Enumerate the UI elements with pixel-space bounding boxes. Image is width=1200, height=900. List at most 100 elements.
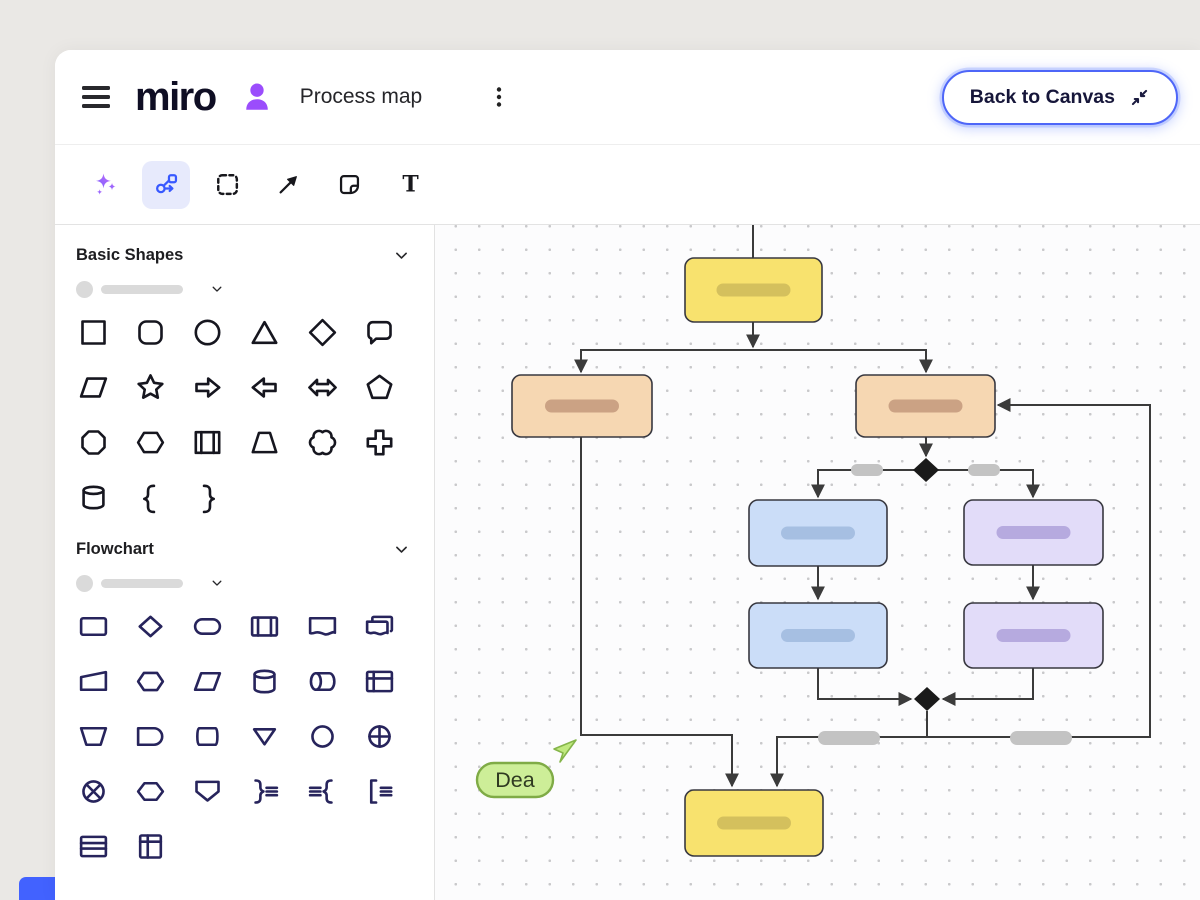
shape-trapezoid[interactable] (248, 425, 282, 459)
fc-extract-icon (248, 720, 281, 753)
shape-cross[interactable] (362, 425, 396, 459)
board-canvas[interactable]: Dea (435, 225, 1200, 900)
shape-fc-delay[interactable] (133, 719, 167, 753)
back-to-canvas-button[interactable]: Back to Canvas (942, 70, 1178, 125)
shape-diamond[interactable] (305, 315, 339, 349)
connector-line[interactable] (943, 668, 1033, 699)
shape-fc-annotation-left[interactable] (305, 774, 339, 808)
decision-diamond[interactable] (913, 458, 939, 482)
shape-fc-connector[interactable] (305, 719, 339, 753)
process-map-diagram: Dea (435, 225, 1200, 900)
shape-cloud[interactable] (305, 425, 339, 459)
shape-fc-process[interactable] (76, 609, 110, 643)
tool-connector-arrow[interactable] (264, 161, 312, 209)
shape-speech-bubble[interactable] (362, 315, 396, 349)
shape-arrow-right[interactable] (191, 370, 225, 404)
shape-fc-document[interactable] (305, 609, 339, 643)
shape-cylinder[interactable] (76, 480, 110, 514)
shape-fc-data[interactable] (191, 664, 225, 698)
tool-shapes[interactable] (142, 161, 190, 209)
flow-node-start[interactable] (685, 258, 822, 322)
shape-fc-manual-operation[interactable] (76, 719, 110, 753)
shape-square[interactable] (76, 315, 110, 349)
section-header[interactable]: Basic Shapes (76, 246, 410, 265)
shape-rounded-square[interactable] (133, 315, 167, 349)
user-avatar-icon[interactable] (240, 80, 274, 114)
shape-circle[interactable] (191, 315, 225, 349)
shape-arrow-left[interactable] (248, 370, 282, 404)
flow-node-process-left[interactable] (512, 375, 652, 437)
flow-node-process-right[interactable] (856, 375, 995, 437)
edge-label-placeholder[interactable] (968, 464, 1000, 476)
fc-terminator-icon (191, 610, 224, 643)
circle-icon (191, 316, 224, 349)
tool-marquee-select[interactable] (203, 161, 251, 209)
connector-line[interactable] (927, 405, 1150, 737)
shape-parallelogram[interactable] (76, 370, 110, 404)
connector-line[interactable] (581, 350, 753, 372)
shape-fc-annotation-right[interactable] (248, 774, 282, 808)
tool-ai-sparkles[interactable] (81, 161, 129, 209)
edge-label-placeholder[interactable] (1010, 731, 1072, 745)
main-menu-button[interactable] (82, 86, 110, 107)
shape-fc-direct-data[interactable] (305, 664, 339, 698)
square-icon (77, 316, 110, 349)
shape-fc-stored-data[interactable] (76, 829, 110, 863)
edge-label-placeholder[interactable] (818, 731, 880, 745)
cursor-pointer-icon (554, 740, 576, 762)
flow-node-step-purple-2[interactable] (964, 603, 1103, 668)
chevron-down-icon[interactable] (210, 576, 224, 590)
marquee-select-icon (214, 171, 241, 198)
connector-line[interactable] (753, 350, 926, 372)
edge-label-placeholder[interactable] (851, 464, 883, 476)
arrow-left-right-icon (306, 371, 339, 404)
fc-manual-input-icon (77, 665, 110, 698)
shape-brace-left[interactable] (133, 480, 167, 514)
shape-octagon[interactable] (76, 425, 110, 459)
shape-fc-internal-storage[interactable] (362, 664, 396, 698)
shape-fc-annotation-bracket[interactable] (362, 774, 396, 808)
shape-arrow-left-right[interactable] (305, 370, 339, 404)
connector-line[interactable] (818, 668, 911, 699)
tool-text[interactable]: T (386, 161, 434, 209)
fc-internal-storage-icon (363, 665, 396, 698)
chevron-down-icon[interactable] (210, 282, 224, 296)
shape-brace-right[interactable] (191, 480, 225, 514)
shape-fc-alternate-process[interactable] (133, 774, 167, 808)
fc-connector-icon (306, 720, 339, 753)
shape-fc-manual-input[interactable] (76, 664, 110, 698)
connector-line[interactable] (581, 437, 732, 786)
shape-triangle[interactable] (248, 315, 282, 349)
shape-fc-or[interactable] (76, 774, 110, 808)
shape-fc-decision[interactable] (133, 609, 167, 643)
shape-fc-database[interactable] (248, 664, 282, 698)
fc-display-icon (191, 720, 224, 753)
shape-fc-merge[interactable] (191, 774, 225, 808)
tool-sticky-note[interactable] (325, 161, 373, 209)
section-header[interactable]: Flowchart (76, 540, 410, 559)
shape-fc-preparation[interactable] (133, 664, 167, 698)
shape-fc-extract[interactable] (248, 719, 282, 753)
shape-fc-display[interactable] (191, 719, 225, 753)
shape-fc-card[interactable] (133, 829, 167, 863)
more-options-button[interactable] (486, 82, 512, 112)
sticky-note-icon (336, 171, 363, 198)
chevron-down-icon[interactable] (393, 541, 410, 558)
shape-hexagon[interactable] (133, 425, 167, 459)
shape-grid (76, 609, 410, 863)
flow-node-end[interactable] (685, 790, 823, 856)
chevron-down-icon[interactable] (393, 247, 410, 264)
shape-fc-terminator[interactable] (191, 609, 225, 643)
flow-node-step-blue-1[interactable] (749, 500, 887, 566)
shape-star[interactable] (133, 370, 167, 404)
decision-diamond[interactable] (914, 687, 940, 711)
shape-fc-predefined-process[interactable] (248, 609, 282, 643)
flow-node-step-purple-1[interactable] (964, 500, 1103, 565)
shape-predefined-process[interactable] (191, 425, 225, 459)
flow-node-step-blue-2[interactable] (749, 603, 887, 668)
shape-pentagon[interactable] (362, 370, 396, 404)
shape-fc-summing-junction[interactable] (362, 719, 396, 753)
skeleton-circle (76, 281, 93, 298)
arrow-left-icon (248, 371, 281, 404)
shape-fc-multiple-documents[interactable] (362, 609, 396, 643)
